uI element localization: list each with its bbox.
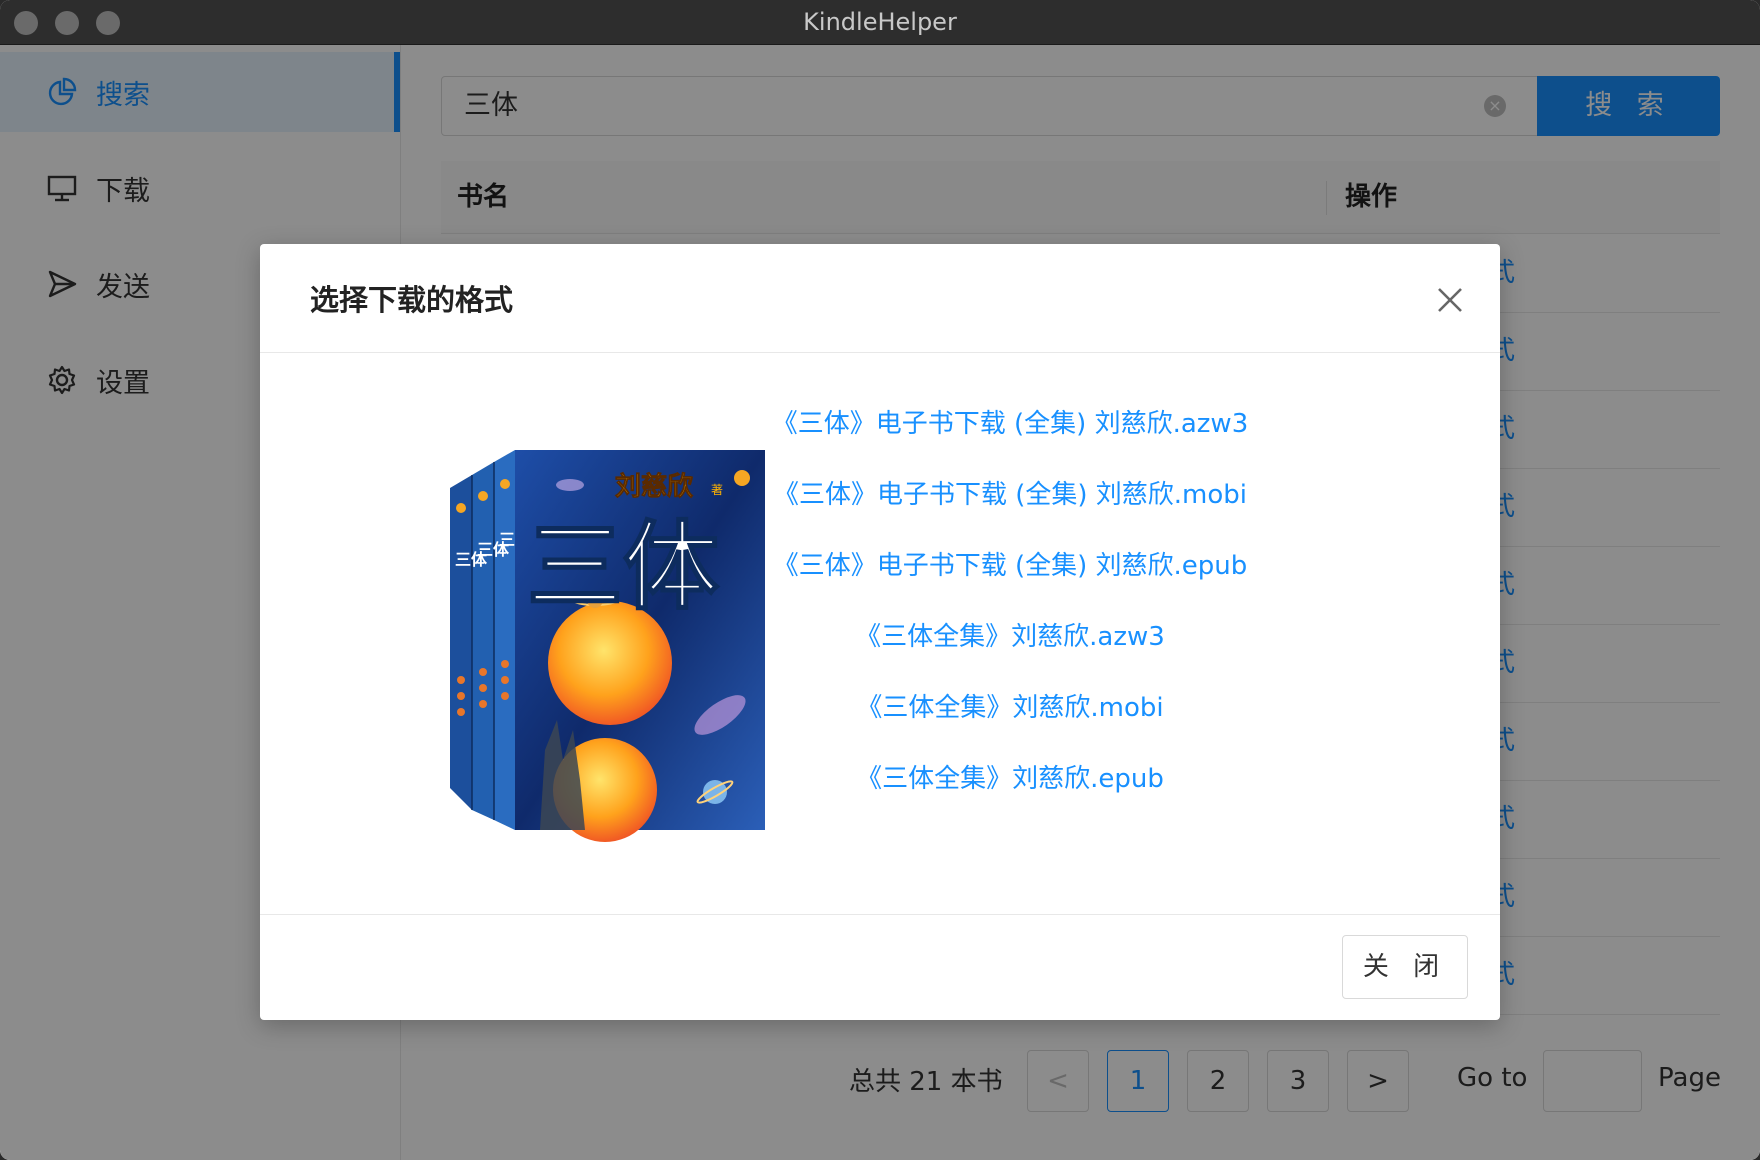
format-link-epub-full[interactable]: 《三体》电子书下载 (全集) 刘慈欣.epub bbox=[720, 545, 1300, 582]
book-cover-image: 三体 三体 三体 刘慈欣 著 三体 bbox=[450, 450, 765, 842]
app-window: KindleHelper 搜索 下载 发送 设置 三体 × 搜 索 书名 操作 … bbox=[0, 0, 1760, 1160]
format-link-azw3-full[interactable]: 《三体》电子书下载 (全集) 刘慈欣.azw3 bbox=[720, 403, 1300, 440]
cover-title: 三体 bbox=[527, 511, 719, 623]
format-link-mobi-collection[interactable]: 《三体全集》刘慈欣.mobi bbox=[720, 687, 1300, 724]
close-button[interactable]: 关 闭 bbox=[1342, 935, 1468, 999]
window-title: KindleHelper bbox=[803, 8, 957, 36]
format-link-epub-collection[interactable]: 《三体全集》刘慈欣.epub bbox=[720, 758, 1300, 795]
dialog-footer: 关 闭 bbox=[260, 914, 1500, 1021]
format-dialog: 选择下载的格式 三体 三体 刘慈欣 著 三体 《三体》电子书下载 (全集) 刘慈… bbox=[260, 244, 1500, 1020]
dialog-body: 三体 三体 三体 刘慈欣 著 三体 bbox=[260, 353, 1500, 913]
dialog-title: 选择下载的格式 bbox=[310, 283, 514, 317]
close-icon[interactable] bbox=[1430, 280, 1470, 320]
format-link-mobi-full[interactable]: 《三体》电子书下载 (全集) 刘慈欣.mobi bbox=[720, 474, 1300, 511]
titlebar: KindleHelper bbox=[0, 0, 1760, 45]
dialog-header: 选择下载的格式 bbox=[260, 244, 1500, 353]
cover-author: 刘慈欣 bbox=[615, 471, 693, 502]
format-link-azw3-collection[interactable]: 《三体全集》刘慈欣.azw3 bbox=[720, 616, 1300, 653]
